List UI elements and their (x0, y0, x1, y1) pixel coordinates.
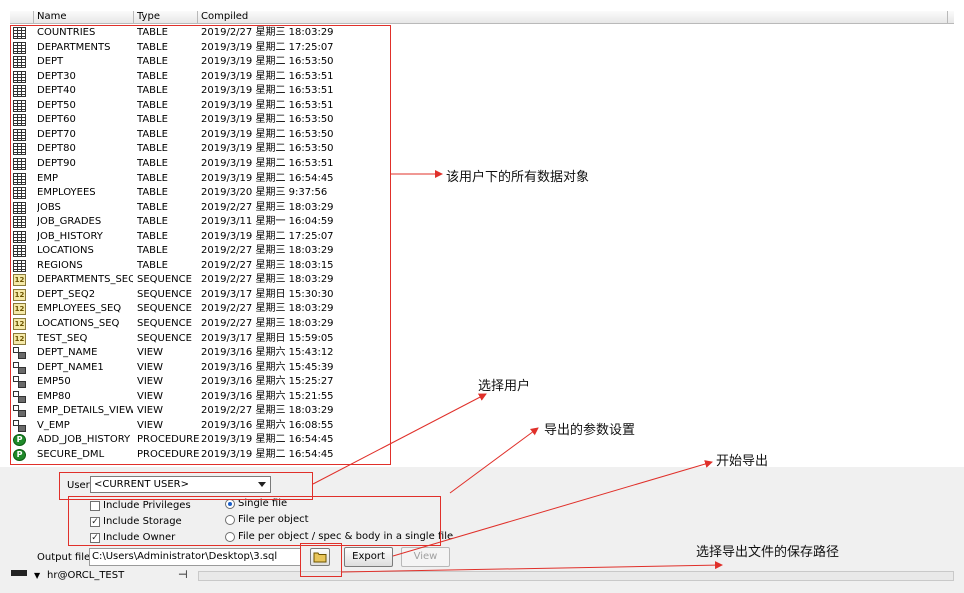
annotation-select-user: 选择用户 (478, 379, 531, 394)
export-objects-window: Name Type Compiled COUNTRIES TABLE 2019/2/… (0, 0, 964, 593)
annotation-all-objects: 该用户下的所有数据对象 (446, 170, 590, 185)
annotation-choose-path: 选择导出文件的保存路径 (696, 545, 840, 560)
annotation-arrows (312, 170, 723, 573)
annotation-export-params: 导出的参数设置 (544, 423, 636, 438)
annotation-start-export: 开始导出 (716, 454, 769, 469)
